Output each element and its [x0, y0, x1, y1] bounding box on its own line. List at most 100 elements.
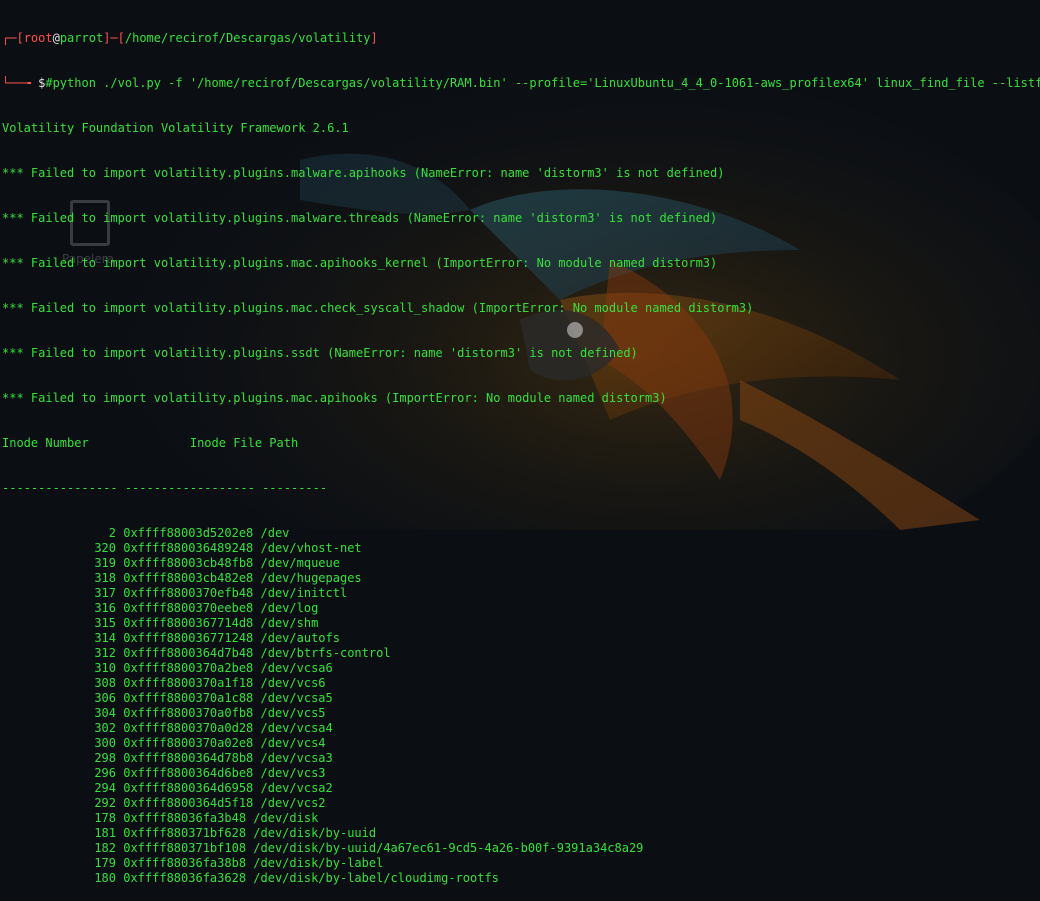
table-row: 294 0xffff8800364d6958 /dev/vcsa2: [2, 781, 1040, 796]
file-path: /dev/disk: [253, 811, 319, 825]
inode-number: 314: [94, 631, 116, 645]
table-row: 178 0xffff88036fa3b48 /dev/disk: [2, 811, 1040, 826]
table-row: 312 0xffff8800364d7b48 /dev/btrfs-contro…: [2, 646, 1040, 661]
inode-address: 0xffff88036fa3628: [116, 871, 254, 885]
inode-number: 300: [94, 736, 116, 750]
file-path: /dev/vhost-net: [260, 541, 362, 555]
table-row: 302 0xffff8800370a0d28 /dev/vcsa4: [2, 721, 1040, 736]
file-path: /dev/disk/by-label/cloudimg-rootfs: [253, 871, 499, 885]
output-line: *** Failed to import volatility.plugins.…: [2, 301, 754, 315]
table-row: 310 0xffff8800370a2be8 /dev/vcsa6: [2, 661, 1040, 676]
inode-number: 318: [94, 571, 116, 585]
inode-number: 308: [94, 676, 116, 690]
terminal-output[interactable]: ┌─[root@parrot]─[/home/recirof/Descargas…: [2, 1, 1040, 885]
file-path: /dev/disk/by-uuid: [253, 826, 377, 840]
inode-address: 0xffff880371bf628: [116, 826, 254, 840]
file-path: /dev/vcsa2: [260, 781, 333, 795]
file-path: /dev/vcs6: [260, 676, 326, 690]
inode-address: 0xffff88036fa3b48: [116, 811, 254, 825]
output-line: *** Failed to import volatility.plugins.…: [2, 256, 718, 270]
file-path: /dev/vcsa4: [260, 721, 333, 735]
inode-address: 0xffff8800364d7b48: [116, 646, 261, 660]
file-path: /dev/log: [260, 601, 319, 615]
inode-address: 0xffff880036771248: [116, 631, 261, 645]
table-row: 179 0xffff88036fa38b8 /dev/disk/by-label: [2, 856, 1040, 871]
inode-address: 0xffff8800370a0fb8: [116, 706, 261, 720]
table-row: 2 0xffff88003d5202e8 /dev: [2, 526, 1040, 541]
table-row: 180 0xffff88036fa3628 /dev/disk/by-label…: [2, 871, 1040, 886]
inode-address: 0xffff88003cb48fb8: [116, 556, 261, 570]
inode-number: 302: [94, 721, 116, 735]
inode-number: 181: [94, 826, 116, 840]
table-row: 308 0xffff8800370a1f18 /dev/vcs6: [2, 676, 1040, 691]
prompt-user: root: [23, 31, 53, 45]
inode-address: 0xffff8800367714d8: [116, 616, 261, 630]
inode-address: 0xffff8800370efb48: [116, 586, 261, 600]
file-path: /dev/vcsa6: [260, 661, 333, 675]
output-line: *** Failed to import volatility.plugins.…: [2, 346, 638, 360]
command-text: #python ./vol.py -f '/home/recirof/Desca…: [45, 76, 1040, 90]
inode-address: 0xffff8800370a1f18: [116, 676, 261, 690]
file-path: /dev/btrfs-control: [260, 646, 391, 660]
file-path: /dev/vcsa3: [260, 751, 333, 765]
table-row: 300 0xffff8800370a02e8 /dev/vcs4: [2, 736, 1040, 751]
table-row: 320 0xffff880036489248 /dev/vhost-net: [2, 541, 1040, 556]
inode-number: 312: [94, 646, 116, 660]
file-path: /dev/vcs3: [260, 766, 326, 780]
inode-number: 315: [94, 616, 116, 630]
inode-number: 2: [108, 526, 116, 540]
output-line: *** Failed to import volatility.plugins.…: [2, 166, 725, 180]
table-row: 181 0xffff880371bf628 /dev/disk/by-uuid: [2, 826, 1040, 841]
inode-address: 0xffff8800370a2be8: [116, 661, 261, 675]
file-list: 2 0xffff88003d5202e8 /dev 320 0xffff88003…: [2, 526, 1040, 886]
file-path: /dev/autofs: [260, 631, 340, 645]
table-header: Inode Number Inode File Path: [2, 436, 299, 450]
inode-address: 0xffff8800364d6be8: [116, 766, 261, 780]
table-row: 319 0xffff88003cb48fb8 /dev/mqueue: [2, 556, 1040, 571]
inode-number: 294: [94, 781, 116, 795]
table-row: 306 0xffff8800370a1c88 /dev/vcsa5: [2, 691, 1040, 706]
table-row: 316 0xffff8800370eebe8 /dev/log: [2, 601, 1040, 616]
file-path: /dev/vcs5: [260, 706, 326, 720]
inode-address: 0xffff8800370a02e8: [116, 736, 261, 750]
inode-number: 316: [94, 601, 116, 615]
table-row: 296 0xffff8800364d6be8 /dev/vcs3: [2, 766, 1040, 781]
prompt-line-1: ┌─[root@parrot]─[/home/recirof/Descargas…: [2, 31, 378, 45]
inode-address: 0xffff88003cb482e8: [116, 571, 261, 585]
inode-address: 0xffff880371bf108: [116, 841, 254, 855]
file-path: /dev/initctl: [260, 586, 348, 600]
inode-number: 180: [94, 871, 116, 885]
file-path: /dev: [260, 526, 290, 540]
file-path: /dev/shm: [260, 616, 319, 630]
inode-number: 319: [94, 556, 116, 570]
inode-number: 320: [94, 541, 116, 555]
table-row: 292 0xffff8800364d5f18 /dev/vcs2: [2, 796, 1040, 811]
file-path: /dev/vcsa5: [260, 691, 333, 705]
output-line: *** Failed to import volatility.plugins.…: [2, 211, 718, 225]
file-path: /dev/disk/by-uuid/4a67ec61-9cd5-4a26-b00…: [253, 841, 644, 855]
output-line: Volatility Foundation Volatility Framewo…: [2, 121, 349, 135]
inode-address: 0xffff880036489248: [116, 541, 261, 555]
inode-address: 0xffff88003d5202e8: [116, 526, 261, 540]
prompt-host: parrot: [59, 31, 104, 45]
inode-address: 0xffff8800364d6958: [116, 781, 261, 795]
inode-address: 0xffff8800370a0d28: [116, 721, 261, 735]
inode-number: 310: [94, 661, 116, 675]
inode-address: 0xffff8800370eebe8: [116, 601, 261, 615]
inode-address: 0xffff88036fa38b8: [116, 856, 254, 870]
table-row: 182 0xffff880371bf108 /dev/disk/by-uuid/…: [2, 841, 1040, 856]
table-separator: ---------------- ------------------ ----…: [2, 481, 328, 495]
file-path: /dev/disk/by-label: [253, 856, 384, 870]
inode-number: 298: [94, 751, 116, 765]
inode-number: 304: [94, 706, 116, 720]
table-row: 317 0xffff8800370efb48 /dev/initctl: [2, 586, 1040, 601]
file-path: /dev/vcs2: [260, 796, 326, 810]
inode-number: 317: [94, 586, 116, 600]
inode-number: 182: [94, 841, 116, 855]
file-path: /dev/mqueue: [260, 556, 340, 570]
table-row: 298 0xffff8800364d78b8 /dev/vcsa3: [2, 751, 1040, 766]
inode-address: 0xffff8800370a1c88: [116, 691, 261, 705]
inode-number: 178: [94, 811, 116, 825]
inode-number: 296: [94, 766, 116, 780]
inode-number: 179: [94, 856, 116, 870]
